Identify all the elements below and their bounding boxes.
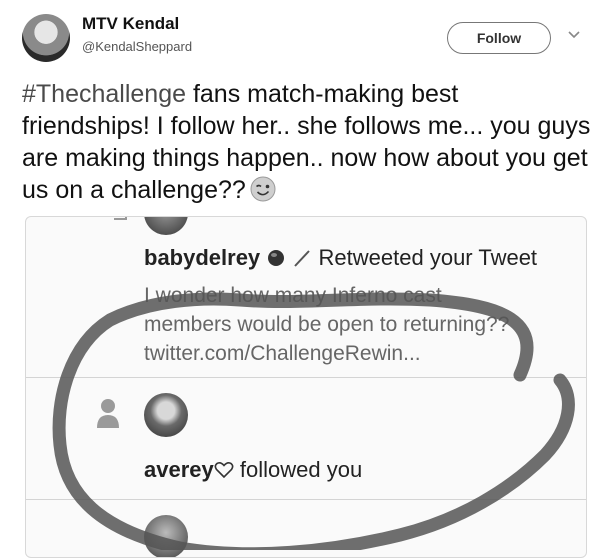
notification-action: followed you [239, 457, 363, 482]
notification-avatar [144, 515, 188, 557]
retweet-notification-text: babydelrey Retweeted your Tweet [144, 245, 537, 271]
heart-icon [214, 457, 234, 482]
notification-username[interactable]: babydelrey [144, 245, 260, 270]
notifications-screenshot: babydelrey Retweeted your Tweet I wonder… [25, 216, 587, 558]
quoted-tweet[interactable]: I wonder how many Inferno cast members w… [144, 281, 574, 368]
pen-icon [292, 245, 312, 270]
author-avatar[interactable] [22, 14, 70, 62]
retweet-icon [106, 217, 128, 226]
author-handle[interactable]: @KendalSheppard [82, 39, 192, 54]
author-display-name[interactable]: MTV Kendal [82, 14, 179, 34]
chevron-down-icon[interactable] [566, 27, 582, 48]
notification-avatar[interactable] [144, 393, 188, 437]
hashtag-link[interactable]: #Thechallenge [22, 80, 186, 108]
follow-notification-text: averey followed you [144, 457, 362, 483]
person-icon [96, 397, 120, 434]
divider [26, 499, 586, 500]
tweet-text: #Thechallenge fans match-making best fri… [22, 78, 592, 210]
globe-icon [266, 245, 286, 270]
notification-avatar [144, 217, 188, 235]
divider [26, 377, 586, 378]
follow-button[interactable]: Follow [447, 22, 551, 54]
quoted-tweet-line: members would be open to returning?? [144, 313, 510, 336]
winking-face-icon [250, 176, 276, 210]
quoted-tweet-link[interactable]: twitter.com/ChallengeRewin... [144, 339, 574, 368]
quoted-tweet-line: I wonder how many Inferno cast [144, 284, 442, 307]
notification-action: Retweeted your Tweet [318, 245, 538, 270]
notification-username[interactable]: averey [144, 457, 214, 482]
